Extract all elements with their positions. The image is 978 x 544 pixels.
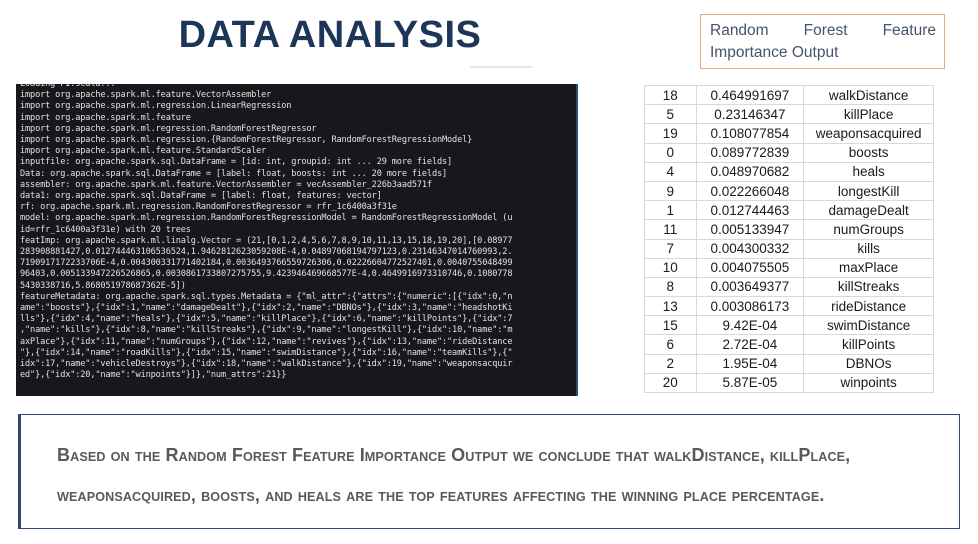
table-row: 7 0.004300332 kills [644,238,934,259]
page-title: DATA ANALYSIS [178,14,482,56]
cell-importance: 0.089772839 [695,142,805,163]
table-row: 5 0.23146347 killPlace [644,104,934,125]
cell-index: 1 [644,200,697,221]
table-row: 9 0.022266048 longestKill [644,180,934,202]
cell-index: 18 [644,84,697,106]
table-row: 13 0.003086173 rideDistance [644,296,934,317]
cell-feature: damageDealt [803,200,934,221]
table-row: 15 9.42E-04 swimDistance [644,315,934,336]
cell-feature: walkDistance [803,84,934,106]
feature-importance-table: 18 0.464991697 walkDistance 5 0.23146347 kill… [644,84,934,394]
cell-index: 10 [644,257,697,278]
cell-index: 0 [644,142,697,163]
cell-importance: 0.004300332 [695,238,805,259]
cell-index: 4 [644,161,697,182]
callout-box: Random Forest Feature Importance Output [700,14,945,69]
cell-index: 11 [644,219,697,240]
terminal-output-panel[interactable]: Loading FI.scala... import org.apache.sp… [16,84,578,396]
table-row: 1 0.012744463 damageDealt [644,200,934,221]
table-row: 10 0.004075505 maxPlace [644,257,934,278]
cell-feature: boosts [803,142,934,163]
cell-importance: 9.42E-04 [695,315,805,336]
table-row: 19 0.108077854 weaponsacquired [644,123,934,144]
feature-importance-table-body: 18 0.464991697 walkDistance 5 0.23146347 kill… [644,84,934,394]
cell-feature: killPlace [803,104,934,125]
cell-importance: 0.108077854 [695,123,805,144]
table-row: 4 0.048970682 heals [644,161,934,182]
conclusion-text: Based on the Random Forest Feature Impor… [57,444,851,505]
cell-index: 5 [644,104,697,125]
cell-feature: kills [803,238,934,259]
cell-importance: 0.048970682 [695,161,805,182]
cell-index: 2 [644,353,697,374]
cell-feature: weaponsacquired [803,123,934,144]
cell-index: 19 [644,123,697,144]
cell-importance: 0.004075505 [695,257,805,278]
cell-index: 9 [644,180,697,202]
cell-feature: heals [803,161,934,182]
terminal-text: Loading FI.scala... import org.apache.sp… [20,84,513,381]
cell-importance: 0.022266048 [695,180,805,202]
cell-importance: 1.95E-04 [695,353,805,374]
cell-importance: 0.012744463 [695,200,805,221]
slide-root: DATA ANALYSIS Random Forest Feature Impo… [0,0,978,544]
cell-index: 8 [644,276,697,298]
cell-index: 7 [644,238,697,259]
callout-label: Random Forest Feature Importance Output [710,22,936,61]
cell-feature: killStreaks [803,276,934,298]
cell-feature: numGroups [803,219,934,240]
table-row: 18 0.464991697 walkDistance [644,84,934,106]
cell-feature: swimDistance [803,315,934,336]
table-row: 20 5.87E-05 winpoints [644,372,934,394]
table-row: 8 0.003649377 killStreaks [644,276,934,298]
cell-feature: maxPlace [803,257,934,278]
cell-index: 15 [644,315,697,336]
cell-index: 20 [644,372,697,394]
cell-index: 6 [644,334,697,355]
cell-feature: DBNOs [803,353,934,374]
table-row: 11 0.005133947 numGroups [644,219,934,240]
cell-feature: killPoints [803,334,934,355]
cell-feature: winpoints [803,372,934,394]
cell-feature: rideDistance [803,296,934,317]
cell-importance: 0.464991697 [695,84,805,106]
cell-importance: 0.23146347 [695,104,805,125]
cell-importance: 0.003086173 [695,296,805,317]
cell-importance: 2.72E-04 [695,334,805,355]
cell-importance: 0.005133947 [695,219,805,240]
cell-feature: longestKill [803,180,934,202]
cell-index: 13 [644,296,697,317]
cell-importance: 5.87E-05 [695,372,805,394]
conclusion-box: Based on the Random Forest Feature Impor… [18,414,960,529]
table-row: 6 2.72E-04 killPoints [644,334,934,355]
cell-importance: 0.003649377 [695,276,805,298]
table-row: 2 1.95E-04 DBNOs [644,353,934,374]
table-row: 0 0.089772839 boosts [644,142,934,163]
title-divider [470,66,532,68]
